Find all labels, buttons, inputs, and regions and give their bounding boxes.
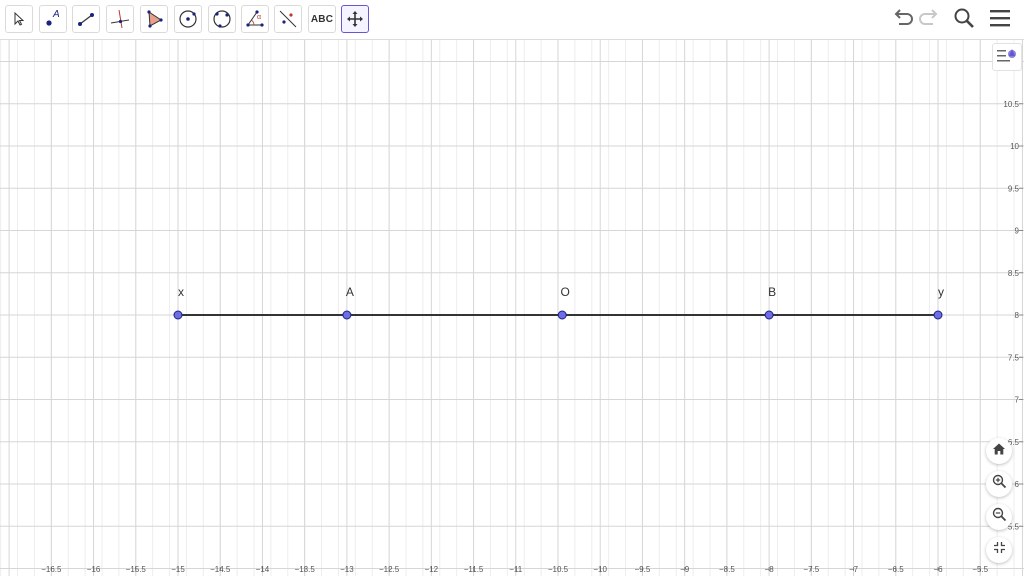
x-tick-label: −13 [340,565,354,574]
zoom-out-icon [992,507,1007,527]
point-x [173,310,183,320]
circle-center-point-tool-button[interactable] [174,5,202,33]
style-bar-toggle-button[interactable] [992,43,1022,71]
y-tick-label: 10 [1010,142,1019,151]
x-tick-label: −16 [87,565,101,574]
x-tick-label: −6.5 [888,565,904,574]
reflect-tool-icon [277,8,299,30]
y-tick-label: 7.5 [1008,353,1020,362]
point-tool-label: A [53,9,60,20]
move-tool-button[interactable] [5,5,33,33]
x-tick-label: −7.5 [803,565,819,574]
x-tick-label: −12 [425,565,439,574]
style-bar-toggle-icon [996,46,1018,69]
polygon-tool-icon [143,8,165,30]
point-tool-icon: A [42,8,64,30]
y-tick-label: 10.5 [1003,100,1019,109]
text-tool-button[interactable]: ABC [308,5,336,33]
perpendicular-line-tool-icon [109,8,131,30]
point-label-O: O [561,285,570,299]
move-graphics-view-tool-button[interactable] [341,5,369,33]
x-tick-label: −13.5 [295,565,316,574]
x-tick-label: −11.5 [464,565,484,574]
undo-icon [891,8,913,33]
point-B [764,310,774,320]
angle-tool-button[interactable]: α [241,5,269,33]
undo-button[interactable] [889,8,915,32]
y-tick-label: 8.5 [1008,269,1020,278]
point-label-x: x [178,285,184,299]
segment-tool-button[interactable] [72,5,100,33]
segment-tool-icon [75,8,97,30]
menu-icon [989,8,1011,33]
polygon-tool-button[interactable] [140,5,168,33]
x-tick-label: −6 [933,565,943,574]
point-label-y: y [938,285,944,299]
graphics-canvas[interactable]: −16.5 −16 −15.5 −15 −14.5 −14 −13.5 −13 −12.5 −12… [0,40,1024,576]
point-label-A: A [346,285,354,299]
x-tick-label: −12.5 [379,565,400,574]
point-y [933,310,943,320]
reflect-tool-button[interactable] [274,5,302,33]
menu-button[interactable] [987,8,1013,32]
x-tick-label: −11 [509,565,523,574]
point-A [342,310,352,320]
zoom-in-icon [992,474,1007,494]
y-tick-label: 9 [1015,227,1020,236]
point-label-B: B [768,285,776,299]
move-tool-icon [11,11,27,27]
x-tick-label: −14.5 [210,565,231,574]
point-O [557,310,567,320]
circle-three-points-tool-icon [211,8,233,30]
y-tick-label: 7 [1015,396,1020,405]
x-tick-label: −10.5 [548,565,569,574]
x-tick-label: −10 [593,565,607,574]
y-tick-label: 9.5 [1008,184,1020,193]
x-tick-label: −16.5 [41,565,62,574]
x-tick-label: −5.5 [972,565,988,574]
zoom-in-button[interactable] [986,471,1012,497]
search-button[interactable] [951,8,977,32]
x-tick-label: −8.5 [719,565,735,574]
x-tick-label: −15.5 [126,565,147,574]
x-tick-label: −9 [680,565,690,574]
x-tick-label: −7 [849,565,859,574]
x-tick-label: −14 [256,565,270,574]
point-tool-button[interactable]: A [39,5,67,33]
redo-button[interactable] [917,8,943,32]
graphics-view[interactable]: −16.5 −16 −15.5 −15 −14.5 −14 −13.5 −13 −12.5 −12… [0,40,1024,576]
move-graphics-view-tool-icon [345,9,365,29]
search-icon [953,7,975,34]
x-tick-label: −9.5 [635,565,651,574]
x-tick-label: −8 [765,565,775,574]
redo-icon [919,8,941,33]
x-tick-label: −15 [171,565,185,574]
home-button[interactable] [986,438,1012,464]
perpendicular-line-tool-button[interactable] [106,5,134,33]
text-tool-icon: ABC [310,13,334,25]
toolbar: A α ABC [0,0,1024,40]
angle-tool-label: α [257,14,262,21]
fullscreen-icon [993,541,1006,559]
circle-three-points-tool-button[interactable] [208,5,236,33]
zoom-out-button[interactable] [986,504,1012,530]
angle-tool-icon: α [244,8,266,30]
home-icon [992,442,1006,461]
fullscreen-button[interactable] [986,537,1012,563]
y-tick-label: 8 [1015,311,1020,320]
circle-center-point-tool-icon [177,8,199,30]
y-tick-label: 6 [1015,480,1020,489]
